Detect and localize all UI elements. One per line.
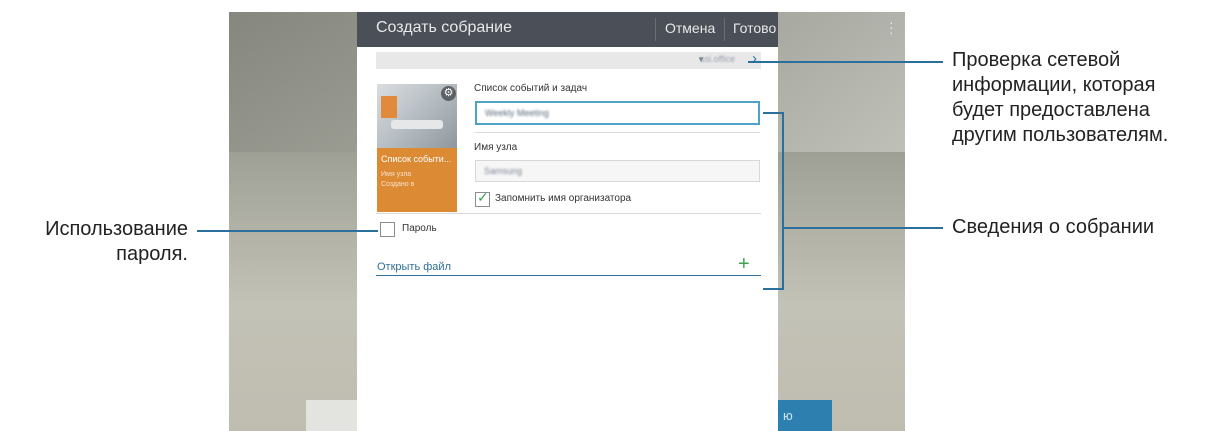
thumbnail-created: Создано в: [381, 181, 415, 188]
create-meeting-dialog: Создать собрание Отмена Готово ▼ ssi.off…: [357, 12, 778, 431]
agenda-label: Список событий и задач: [474, 83, 588, 94]
chevron-right-icon[interactable]: ›: [752, 50, 757, 67]
checkmark-icon: ✓: [477, 189, 489, 205]
background-button-left: [306, 400, 357, 431]
background-button-right: ю: [775, 400, 832, 431]
callout-password-line: Использование: [45, 218, 188, 240]
callout-network-line: информации, которая: [952, 74, 1156, 96]
host-name-input[interactable]: Samsung: [475, 160, 760, 182]
callout-password-use: Использование пароля.: [10, 217, 188, 267]
thumbnail-host: Имя узла: [381, 171, 412, 178]
host-name-value: Samsung: [484, 166, 523, 176]
agenda-value: Weekly Meeting: [485, 108, 549, 118]
callout-bracket-bottom: [763, 288, 783, 290]
host-label: Имя узла: [474, 142, 518, 153]
gear-icon[interactable]: ⚙: [441, 86, 456, 101]
password-checkbox[interactable]: [380, 222, 395, 237]
callout-network-line: Проверка сетевой: [952, 49, 1121, 71]
callout-bracket-top: [763, 112, 783, 114]
thumbnail-decor: [381, 96, 397, 118]
password-label: Пароль: [402, 223, 437, 234]
done-button[interactable]: Готово: [733, 20, 776, 36]
callout-line-password: [197, 230, 378, 232]
dialog-title: Создать собрание: [376, 19, 512, 36]
thumbnail-card: Список событи... Имя узла Создано в: [377, 148, 457, 212]
network-info-bar[interactable]: ▼ ssi.office ›: [376, 50, 761, 69]
open-file-underline: [376, 275, 761, 276]
divider: [475, 132, 760, 133]
plus-icon[interactable]: +: [738, 253, 750, 276]
agenda-input[interactable]: Weekly Meeting: [475, 101, 760, 125]
meeting-thumbnail[interactable]: ⚙ Список событи... Имя узла Создано в: [377, 84, 457, 212]
remember-organizer-label: Запомнить имя организатора: [495, 193, 632, 204]
network-name: ssi.office: [700, 54, 735, 64]
divider: [376, 213, 761, 214]
title-separator: [724, 18, 725, 41]
callout-line-meeting: [783, 227, 943, 229]
callout-network-line: будет предоставлена: [952, 99, 1150, 121]
title-separator: [655, 18, 656, 41]
callout-bracket-vertical: [782, 112, 784, 290]
cancel-button[interactable]: Отмена: [665, 20, 715, 36]
callout-password-line: пароля.: [116, 243, 188, 265]
title-bar: Создать собрание Отмена Готово: [357, 12, 778, 47]
open-file-link[interactable]: Открыть файл: [377, 261, 451, 273]
callout-line-network: [748, 61, 943, 63]
callout-network-line: другим пользователям.: [952, 124, 1169, 146]
more-vert-icon[interactable]: · · ·: [889, 15, 894, 39]
remember-organizer-checkbox[interactable]: ✓: [475, 189, 490, 207]
thumbnail-decor: [391, 120, 443, 129]
callout-network-check: Проверка сетевой информации, которая буд…: [952, 48, 1168, 148]
thumbnail-title: Список событи...: [381, 154, 452, 164]
callout-meeting-info: Сведения о собрании: [952, 216, 1155, 238]
